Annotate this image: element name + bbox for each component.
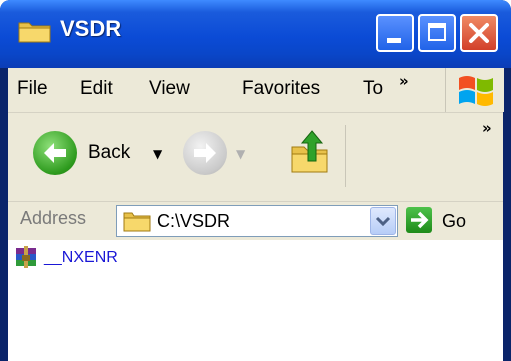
- menu-view[interactable]: View: [149, 78, 190, 100]
- toolbar-separator: [345, 125, 346, 187]
- folder-icon: [123, 212, 151, 232]
- address-value: C:\VSDR: [157, 211, 231, 231]
- minimize-button[interactable]: [376, 14, 414, 52]
- back-button[interactable]: [33, 131, 77, 175]
- standard-toolbar: Back ▼ ▼ »: [8, 113, 503, 202]
- menu-bar: File Edit View Favorites To »: [8, 68, 504, 113]
- close-icon: [469, 23, 489, 43]
- back-dropdown-icon[interactable]: ▼: [153, 147, 162, 161]
- window-title: VSDR: [60, 16, 122, 41]
- explorer-window: VSDR File Edit View Favorites To » Back …: [0, 0, 511, 361]
- back-label[interactable]: Back: [88, 142, 130, 164]
- address-dropdown-button[interactable]: [370, 207, 396, 235]
- up-folder-button[interactable]: [288, 127, 332, 177]
- forward-dropdown-icon[interactable]: ▼: [236, 147, 245, 161]
- menu-edit[interactable]: Edit: [80, 78, 113, 100]
- menu-overflow-chevron[interactable]: »: [399, 72, 409, 90]
- menu-tools[interactable]: To: [363, 78, 383, 100]
- go-label: Go: [442, 211, 467, 231]
- window-client: File Edit View Favorites To » Back ▼ ▼ »…: [8, 68, 504, 361]
- title-bar[interactable]: VSDR: [0, 0, 511, 68]
- address-label: Address: [20, 208, 87, 228]
- maximize-button[interactable]: [418, 14, 456, 52]
- file-list: __NXENR: [8, 240, 503, 361]
- toolbar-overflow-chevron[interactable]: »: [482, 119, 492, 137]
- forward-arrow-icon: [194, 143, 216, 163]
- forward-button[interactable]: [183, 131, 227, 175]
- windows-flag-icon: [459, 76, 493, 106]
- file-name: __NXENR: [44, 249, 118, 266]
- go-arrow-icon: [406, 207, 432, 233]
- address-field[interactable]: C:\VSDR: [116, 205, 398, 237]
- folder-icon: [18, 22, 51, 43]
- address-bar: Address C:\VSDR Go: [8, 202, 503, 240]
- windows-logo: [445, 68, 504, 112]
- back-arrow-icon: [44, 143, 66, 163]
- list-item[interactable]: __NXENR: [14, 246, 118, 270]
- menu-favorites[interactable]: Favorites: [242, 78, 320, 100]
- go-button[interactable]: Go: [406, 205, 486, 237]
- winrar-archive-icon: [16, 246, 36, 268]
- close-button[interactable]: [460, 14, 498, 52]
- chevron-down-icon: [375, 216, 391, 227]
- menu-file[interactable]: File: [17, 78, 48, 100]
